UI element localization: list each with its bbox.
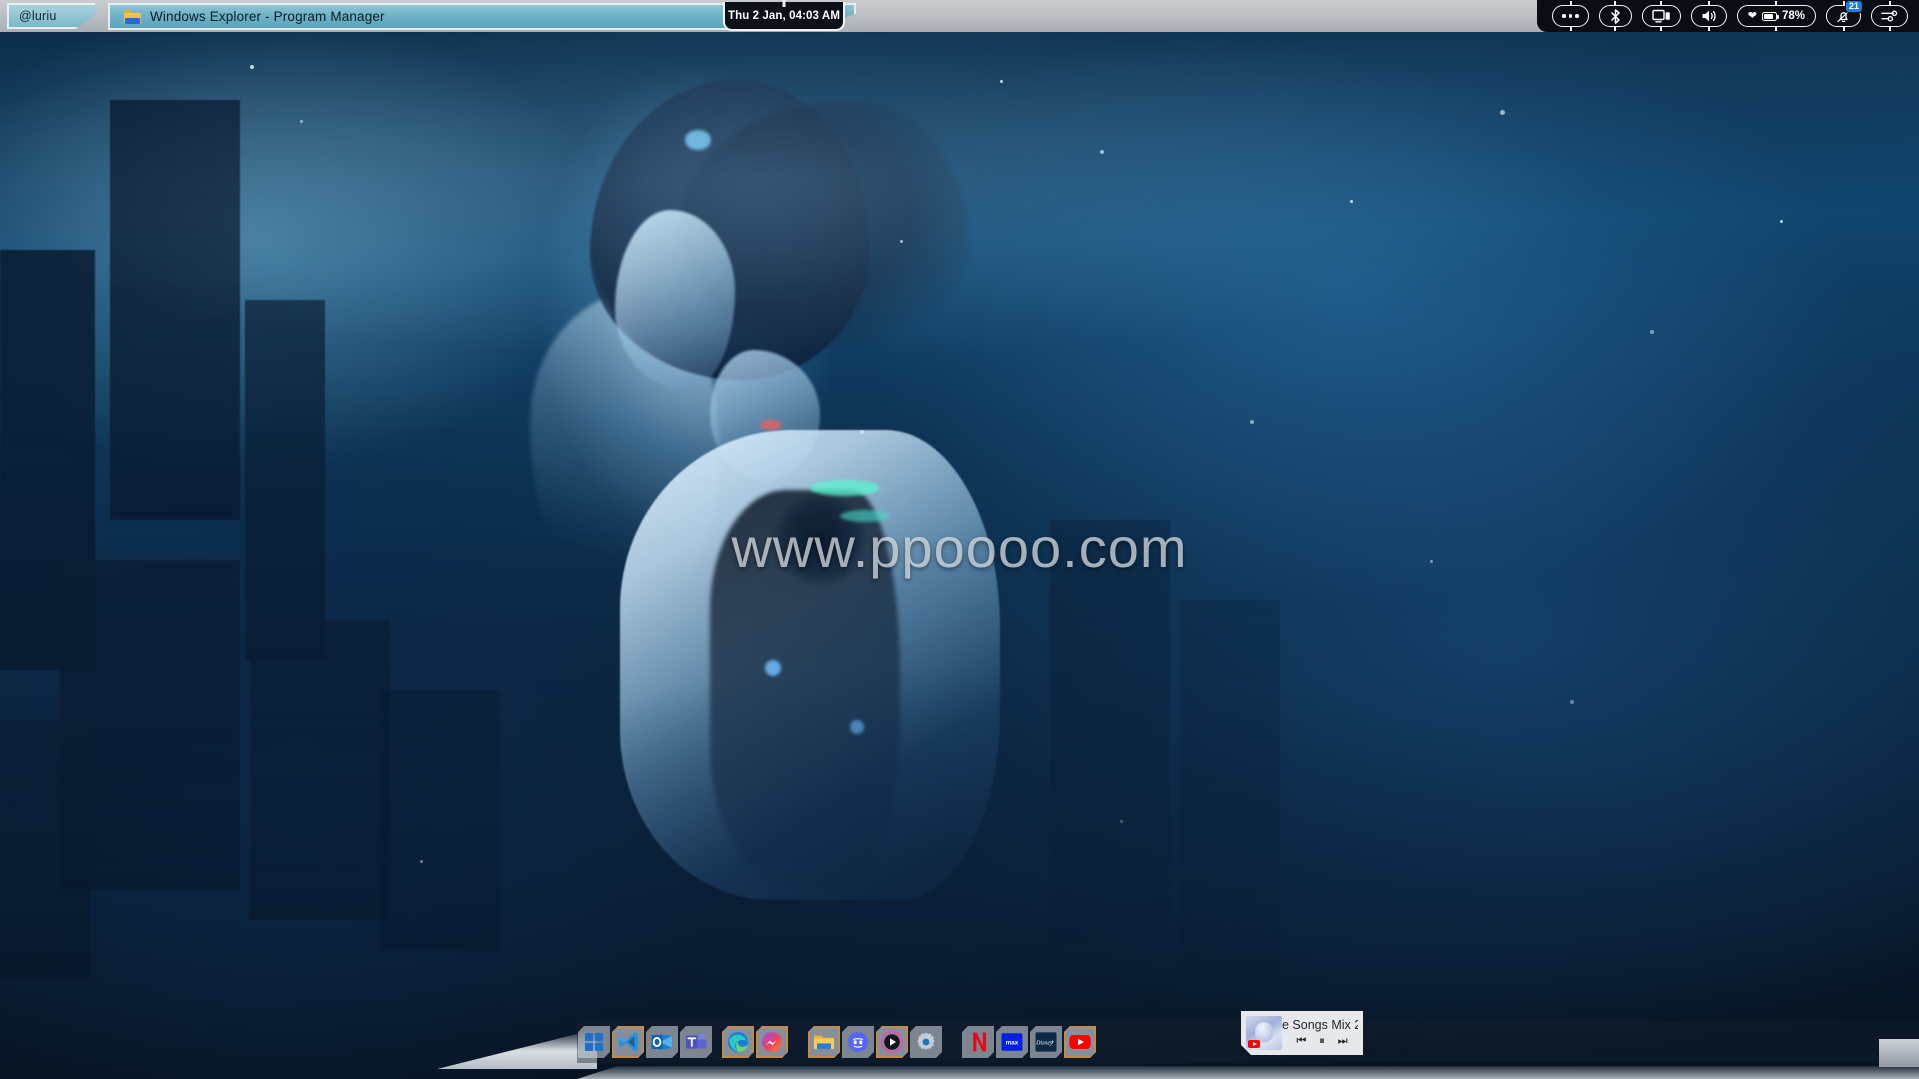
city-building bbox=[245, 300, 325, 660]
gear-icon bbox=[914, 1030, 938, 1054]
clock-text: Thu 2 Jan, 04:03 AM bbox=[728, 10, 840, 22]
messenger-icon bbox=[760, 1030, 784, 1054]
city-building bbox=[1180, 600, 1280, 980]
battery-percent-label: 78% bbox=[1782, 10, 1805, 22]
youtube-button[interactable] bbox=[1064, 1026, 1096, 1058]
clock[interactable]: Thu 2 Jan, 04:03 AM bbox=[723, 2, 845, 31]
outlook-icon bbox=[650, 1030, 674, 1054]
file-explorer-button[interactable] bbox=[808, 1026, 840, 1058]
battery-status[interactable]: ❤ 78% bbox=[1737, 5, 1816, 27]
bluetooth-button[interactable] bbox=[1599, 5, 1632, 27]
armor-accent-light bbox=[765, 660, 781, 676]
snow-particle bbox=[1430, 560, 1433, 563]
svg-text:max: max bbox=[1006, 1040, 1019, 1047]
top-bar: @luriu Windows Explorer - Program Manage… bbox=[0, 0, 1919, 32]
city-building bbox=[1050, 520, 1170, 940]
vscode-button[interactable] bbox=[612, 1026, 644, 1058]
edge-icon bbox=[726, 1030, 750, 1054]
desktop-wallpaper bbox=[0, 0, 1919, 1079]
user-tab-label: @luriu bbox=[9, 9, 57, 23]
hbo-max-button[interactable]: max bbox=[996, 1026, 1028, 1058]
folder-icon bbox=[124, 10, 141, 24]
folder-icon bbox=[812, 1030, 836, 1054]
notification-badge: 21 bbox=[1845, 0, 1863, 13]
snow-particle bbox=[1100, 150, 1104, 154]
snow-particle bbox=[1000, 80, 1003, 83]
media-player-widget[interactable]: e Songs Mix 20 ⏮ ⏸ ⏭ bbox=[1241, 1011, 1363, 1055]
max-icon: max bbox=[1000, 1030, 1024, 1054]
city-building bbox=[0, 720, 90, 980]
pause-button[interactable]: ⏸ bbox=[1319, 1036, 1325, 1047]
next-track-button[interactable]: ⏭ bbox=[1338, 1036, 1348, 1047]
speaker-icon bbox=[1701, 9, 1717, 23]
character-face bbox=[615, 210, 735, 390]
snow-particle bbox=[1650, 330, 1654, 334]
heart-icon: ❤ bbox=[1748, 11, 1757, 22]
sliders-icon bbox=[1881, 9, 1898, 23]
media-player-button[interactable] bbox=[876, 1026, 908, 1058]
armor-accent-light bbox=[840, 510, 890, 522]
notifications-button[interactable]: 21 bbox=[1826, 5, 1861, 27]
character-armor-shadow bbox=[710, 490, 900, 890]
city-building bbox=[110, 100, 240, 520]
status-tray: ❤ 78% 21 bbox=[1537, 0, 1919, 32]
netflix-icon bbox=[966, 1030, 990, 1054]
snow-particle bbox=[1780, 220, 1783, 223]
bluetooth-icon bbox=[1609, 9, 1622, 24]
outlook-button[interactable] bbox=[646, 1026, 678, 1058]
vscode-icon bbox=[616, 1030, 640, 1054]
snow-particle bbox=[1350, 200, 1353, 203]
messenger-button[interactable] bbox=[756, 1026, 788, 1058]
display-cast-icon bbox=[1652, 9, 1671, 23]
volume-button[interactable] bbox=[1691, 5, 1727, 27]
start-button[interactable] bbox=[578, 1026, 610, 1058]
overflow-menu-button[interactable] bbox=[1552, 5, 1589, 27]
media-track-title: e Songs Mix 20 bbox=[1282, 1019, 1358, 1033]
youtube-badge-icon bbox=[1248, 1040, 1260, 1048]
disney-plus-button[interactable]: Disney + bbox=[1030, 1026, 1062, 1058]
discord-button[interactable] bbox=[842, 1026, 874, 1058]
snow-particle bbox=[900, 240, 903, 243]
snow-particle bbox=[1500, 110, 1505, 115]
teams-button[interactable] bbox=[680, 1026, 712, 1058]
svg-text:+: + bbox=[1051, 1040, 1055, 1046]
window-title: Windows Explorer - Program Manager bbox=[150, 9, 385, 24]
snow-particle bbox=[1250, 420, 1254, 424]
headpiece-light bbox=[685, 130, 711, 150]
snow-particle bbox=[250, 65, 254, 69]
taskbar-icon-strip: max Disney + bbox=[577, 1021, 1097, 1063]
snow-particle bbox=[1120, 820, 1123, 823]
disney-icon: Disney + bbox=[1034, 1030, 1058, 1054]
battery-icon bbox=[1762, 12, 1777, 21]
cast-display-button[interactable] bbox=[1642, 5, 1681, 27]
snow-particle bbox=[1570, 700, 1574, 704]
media-thumbnail bbox=[1246, 1016, 1282, 1050]
windows-icon bbox=[582, 1030, 606, 1054]
netflix-button[interactable] bbox=[962, 1026, 994, 1058]
discord-icon bbox=[846, 1030, 870, 1054]
armor-accent-light bbox=[760, 420, 782, 430]
snow-particle bbox=[300, 120, 303, 123]
teams-icon bbox=[684, 1030, 708, 1054]
media-transport-controls: ⏮ ⏸ ⏭ bbox=[1286, 1036, 1358, 1047]
quick-settings-button[interactable] bbox=[1871, 5, 1908, 27]
snow-particle bbox=[860, 430, 864, 434]
taskbar-bevel-trim bbox=[577, 1063, 1919, 1079]
city-building bbox=[380, 690, 500, 950]
taskbar: max Disney + e Songs Mix 20 bbox=[577, 1021, 1919, 1079]
settings-button[interactable] bbox=[910, 1026, 942, 1058]
edge-button[interactable] bbox=[722, 1026, 754, 1058]
city-building bbox=[250, 620, 390, 920]
youtube-icon bbox=[1068, 1030, 1092, 1054]
play-circle-icon bbox=[880, 1030, 904, 1054]
user-tab[interactable]: @luriu bbox=[7, 3, 95, 29]
previous-track-button[interactable]: ⏮ bbox=[1296, 1036, 1306, 1047]
taskbar-right-bevel bbox=[1879, 1039, 1919, 1067]
snow-particle bbox=[420, 860, 423, 863]
ellipsis-icon bbox=[1562, 14, 1579, 18]
armor-accent-light bbox=[810, 480, 880, 496]
character-artwork bbox=[520, 60, 1040, 880]
armor-accent-light bbox=[850, 720, 864, 734]
